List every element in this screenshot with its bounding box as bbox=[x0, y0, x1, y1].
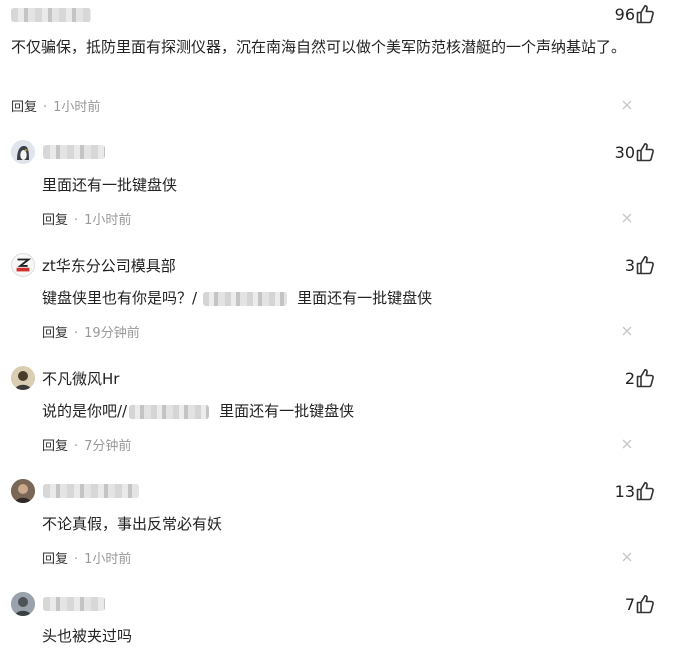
like-count: 3 bbox=[624, 256, 635, 275]
like-count: 2 bbox=[624, 369, 635, 388]
comment-text: 不论真假，事出反常必有妖 bbox=[42, 515, 223, 533]
close-icon[interactable] bbox=[620, 550, 634, 564]
thumbs-up-icon[interactable] bbox=[636, 255, 654, 275]
thumbs-up-icon[interactable] bbox=[636, 594, 654, 614]
username-blurred[interactable] bbox=[43, 597, 105, 611]
like-count: 30 bbox=[614, 143, 635, 162]
close-icon[interactable] bbox=[620, 324, 634, 338]
username[interactable]: 不凡微风Hr bbox=[42, 368, 119, 389]
comment-meta: 回复 · 1小时前 bbox=[42, 548, 131, 567]
close-icon[interactable] bbox=[620, 437, 634, 451]
like-count: 13 bbox=[614, 482, 635, 501]
avatar-penguin-icon bbox=[11, 140, 35, 164]
close-icon[interactable] bbox=[620, 98, 634, 112]
separator-dot: · bbox=[74, 213, 79, 228]
comment-item: 7 头也被夹过吗 bbox=[0, 592, 681, 647]
comment-meta: 回复 · 7分钟前 bbox=[42, 435, 131, 454]
comment-item: 30 里面还有一批键盘侠 回复 · 1小时前 bbox=[0, 140, 681, 240]
thumbs-up-icon[interactable] bbox=[636, 368, 654, 388]
timestamp: 1小时前 bbox=[53, 100, 101, 115]
comment-meta: 回复 · 19分钟前 bbox=[42, 322, 140, 341]
thumbs-up-icon[interactable] bbox=[636, 481, 654, 501]
avatar[interactable] bbox=[11, 366, 35, 390]
thumbs-up-icon[interactable] bbox=[636, 4, 654, 24]
username-blurred[interactable] bbox=[43, 484, 139, 498]
comment-text-before: 说的是你吧// bbox=[42, 402, 128, 420]
avatar[interactable] bbox=[11, 140, 35, 164]
reply-button[interactable]: 回复 bbox=[42, 326, 68, 341]
comment-item: 不凡微风Hr 2 说的是你吧// 里面还有一批键盘侠 回复 · 7分钟前 bbox=[0, 366, 681, 466]
username-blurred[interactable] bbox=[43, 145, 105, 159]
comment-text: 不仅骗保，抵防里面有探测仪器，沉在南海自然可以做个美军防范核潜艇的一个声纳基站了… bbox=[11, 38, 627, 56]
quoted-username-blurred[interactable] bbox=[203, 291, 288, 306]
timestamp: 19分钟前 bbox=[84, 326, 140, 341]
avatar[interactable] bbox=[11, 253, 35, 277]
comment-meta: 回复 · 1小时前 bbox=[11, 96, 100, 115]
comment-item: 13 不论真假，事出反常必有妖 回复 · 1小时前 bbox=[0, 479, 681, 579]
avatar[interactable] bbox=[11, 479, 35, 503]
comment-text-after: 里面还有一批键盘侠 bbox=[219, 402, 355, 420]
avatar-person-icon bbox=[11, 479, 35, 503]
thumbs-up-icon[interactable] bbox=[636, 142, 654, 162]
comment-text: 说的是你吧// 里面还有一批键盘侠 bbox=[42, 400, 354, 423]
timestamp: 1小时前 bbox=[84, 552, 132, 567]
username-blurred[interactable] bbox=[11, 8, 91, 22]
comment-item: zt华东分公司模具部 3 键盘侠里也有你是吗？/ 里面还有一批键盘侠 回复 · 19分… bbox=[0, 253, 681, 353]
comment-meta: 回复 · 1小时前 bbox=[42, 209, 131, 228]
avatar[interactable] bbox=[11, 592, 35, 616]
like-count: 7 bbox=[624, 595, 635, 614]
reply-button[interactable]: 回复 bbox=[42, 552, 68, 567]
timestamp: 7分钟前 bbox=[84, 439, 132, 454]
timestamp: 1小时前 bbox=[84, 213, 132, 228]
comment-text: 头也被夹过吗 bbox=[42, 627, 133, 645]
avatar-person-icon bbox=[11, 592, 35, 616]
like-count: 96 bbox=[614, 5, 635, 24]
comment-text-before: 键盘侠里也有你是吗？/ bbox=[42, 289, 198, 307]
comment-text: 键盘侠里也有你是吗？/ 里面还有一批键盘侠 bbox=[42, 287, 432, 310]
comment-text-after: 里面还有一批键盘侠 bbox=[297, 289, 433, 307]
reply-button[interactable]: 回复 bbox=[42, 213, 68, 228]
comment-text: 里面还有一批键盘侠 bbox=[42, 176, 178, 194]
avatar-person-icon bbox=[11, 366, 35, 390]
avatar-logo-icon bbox=[12, 254, 34, 276]
quoted-username-blurred[interactable] bbox=[129, 404, 210, 419]
close-icon[interactable] bbox=[620, 211, 634, 225]
comment-item: 96 不仅骗保，抵防里面有探测仪器，沉在南海自然可以做个美军防范核潜艇的一个声纳… bbox=[0, 0, 681, 125]
separator-dot: · bbox=[74, 326, 79, 341]
separator-dot: · bbox=[43, 100, 48, 115]
reply-button[interactable]: 回复 bbox=[42, 439, 68, 454]
separator-dot: · bbox=[74, 552, 79, 567]
username[interactable]: zt华东分公司模具部 bbox=[42, 255, 176, 276]
separator-dot: · bbox=[74, 439, 79, 454]
reply-button[interactable]: 回复 bbox=[11, 100, 37, 115]
